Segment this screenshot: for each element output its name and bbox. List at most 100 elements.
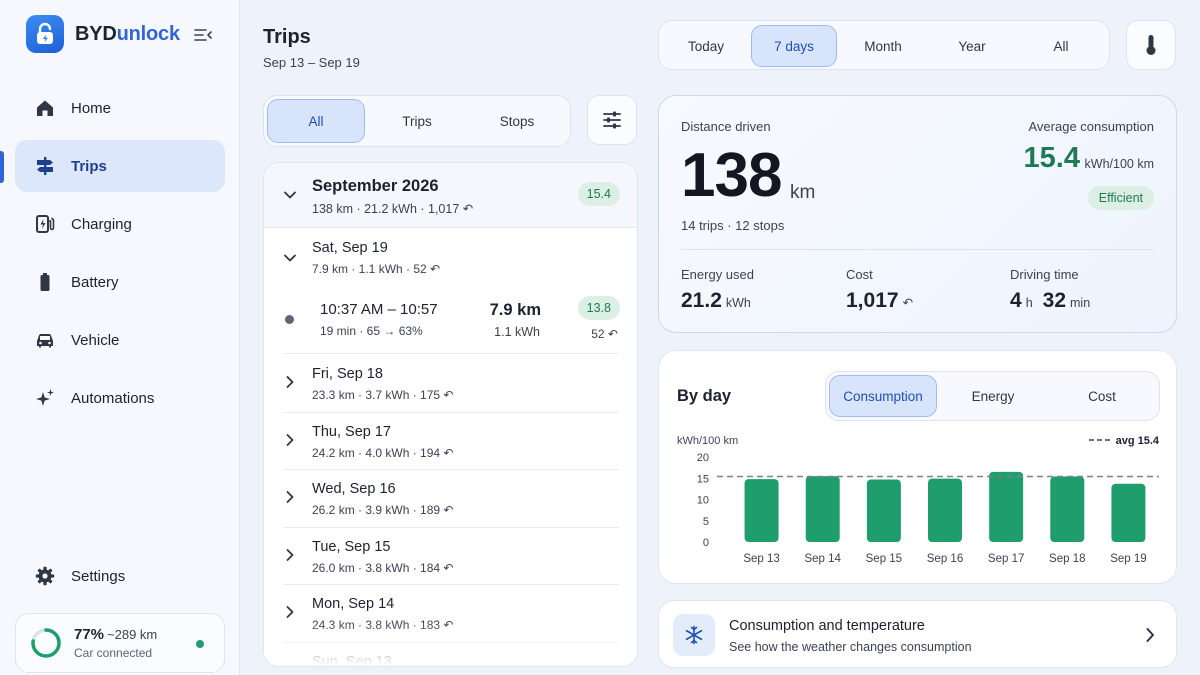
page-title: Trips [263,26,311,48]
sidebar-item-label: Trips [71,157,107,175]
day-title: Sat, Sep 19 [312,240,388,256]
sidebar-item-label: Charging [71,215,132,233]
chevron-right-icon [286,606,294,618]
day-title: Tue, Sep 15 [312,538,391,555]
driving-time-label: Driving time [1010,267,1079,282]
y-tick-label: 0 [703,537,709,549]
car-status-card[interactable]: 77% ~289 km Car connected [15,613,225,673]
sidebar-settings: Settings [15,550,225,608]
bar-sep-18 [1050,476,1085,542]
day-title: Wed, Sep 16 [312,481,396,497]
chevron-down-icon [284,254,296,262]
consumption-temperature-card[interactable]: Consumption and temperature See how the … [658,600,1177,668]
day-summary: 26.0 km · 3.8 kWh · 184 ↶ [312,560,454,575]
collapse-sidebar-icon[interactable] [193,25,213,45]
driving-time-value: 4 h 32 min [1010,289,1091,312]
y-tick-label: 10 [697,495,709,507]
tab-month[interactable]: Month [840,25,926,67]
day-row-expanded[interactable]: Sat, Sep 19 7.9 km · 1.1 kWh · 52 ↶ [264,229,637,286]
day-summary: 23.3 km · 3.7 kWh · 175 ↶ [312,388,454,402]
summary-card: Distance driven 138 km 14 trips · 12 sto… [658,95,1177,333]
day-row[interactable]: Wed, Sep 16 26.2 km · 3.9 kWh · 189 ↶ [264,470,637,527]
distance-value: 138 [681,141,782,210]
sidebar-item-battery[interactable]: Battery [15,256,225,308]
chevron-right-icon [286,433,294,446]
trip-meta: 19 min · 65 → 63% [320,324,423,338]
active-nav-marker [0,151,4,183]
day-row[interactable]: Tue, Sep 15 26.0 km · 3.8 kWh · 184 ↶ [264,528,637,585]
x-tick-label: Sep 19 [1110,553,1146,565]
sidebar-item-label: Battery [71,273,119,291]
x-tick-label: Sep 18 [1049,553,1085,565]
sparkle-icon [35,388,55,408]
day-row[interactable]: Thu, Sep 17 24.2 km · 4.0 kWh · 194 ↶ [264,413,637,470]
y-tick-label: 15 [697,473,709,485]
tab-7-days[interactable]: 7 days [751,25,837,67]
trip-consumption-badge: 13.8 [577,296,620,320]
x-tick-label: Sep 13 [743,553,779,565]
bar-sep-19 [1111,483,1146,542]
legend-average-label: avg 15.4 [1116,435,1160,447]
tab-all-time[interactable]: All [1018,25,1104,67]
sidebar-item-home[interactable]: Home [15,82,225,134]
filter-settings-button[interactable] [587,95,637,145]
gear-icon [35,566,55,586]
day-summary: 26.2 km · 3.9 kWh · 189 ↶ [312,503,454,517]
y-tick-label: 20 [697,452,709,464]
divider [284,353,619,354]
trip-list: September 2026 138 km · 21.2 kWh · 1,017… [263,162,638,667]
trip-energy: 1.1 kWh [494,325,540,339]
filter-stops[interactable]: Stops [468,99,566,143]
connected-dot-icon [196,640,204,648]
trip-marker-icon [285,315,294,324]
page-date-range: Sep 13 – Sep 19 [263,55,360,70]
filter-trips[interactable]: Trips [368,99,466,143]
tab-year[interactable]: Year [929,25,1015,67]
day-title: Fri, Sep 18 [312,366,383,382]
month-consumption-badge: 15.4 [577,182,620,206]
car-status-text: 77% ~289 km Car connected [74,626,157,660]
battery-icon [35,272,55,292]
sidebar-item-label: Automations [71,389,155,407]
brand[interactable]: BYDunlock [26,15,180,53]
month-title: September 2026 [312,177,439,195]
x-tick-label: Sep 14 [804,553,841,565]
sliders-icon [603,111,621,129]
sidebar-item-label: Vehicle [71,331,120,349]
efficiency-badge: Efficient [1087,186,1154,210]
temperature-button[interactable] [1126,20,1176,70]
sidebar-item-automations[interactable]: Automations [15,372,225,424]
chevron-right-icon [1146,628,1154,642]
sidebar: BYDunlock Home Trips Charging Battery Ve… [0,0,240,675]
filter-all[interactable]: All [267,99,365,143]
divider [681,249,1154,250]
month-summary: 138 km · 21.2 kWh · 1,017 ↶ [312,202,474,216]
sidebar-item-settings[interactable]: Settings [15,550,225,602]
energy-used-label: Energy used [681,267,754,282]
distance-unit: km [790,182,816,203]
trip-cost: 52 ↶ [591,327,618,341]
sidebar-item-label: Home [71,99,112,117]
range-estimate: ~289 km [107,627,158,642]
month-group-header[interactable]: September 2026 138 km · 21.2 kWh · 1,017… [264,163,637,228]
sidebar-item-charging[interactable]: Charging [15,198,225,250]
bar-sep-15 [866,479,901,542]
bar-sep-17 [989,471,1024,542]
trips-icon [35,156,55,176]
y-axis-label: kWh/100 km [677,435,738,447]
avg-consumption-label: Average consumption [1028,119,1154,134]
day-summary: 7.9 km · 1.1 kWh · 52 ↶ [312,262,441,276]
bar-sep-13 [744,479,779,542]
battery-ring [31,628,61,658]
sidebar-item-vehicle[interactable]: Vehicle [15,314,225,366]
sidebar-item-trips[interactable]: Trips [15,140,225,192]
day-summary: 24.2 km · 4.0 kWh · 194 ↶ [312,445,454,460]
bar-sep-16 [928,478,962,542]
bar-sep-14 [805,476,840,542]
trip-distance: 7.9 km [489,301,541,319]
chevron-right-icon [286,491,294,503]
time-range-tabs: Today 7 days Month Year All [658,20,1110,70]
tab-today[interactable]: Today [663,25,749,67]
day-row[interactable]: Fri, Sep 18 23.3 km · 3.7 kWh · 175 ↶ [264,355,637,412]
temp-card-subtitle: See how the weather changes consumption [729,640,972,654]
